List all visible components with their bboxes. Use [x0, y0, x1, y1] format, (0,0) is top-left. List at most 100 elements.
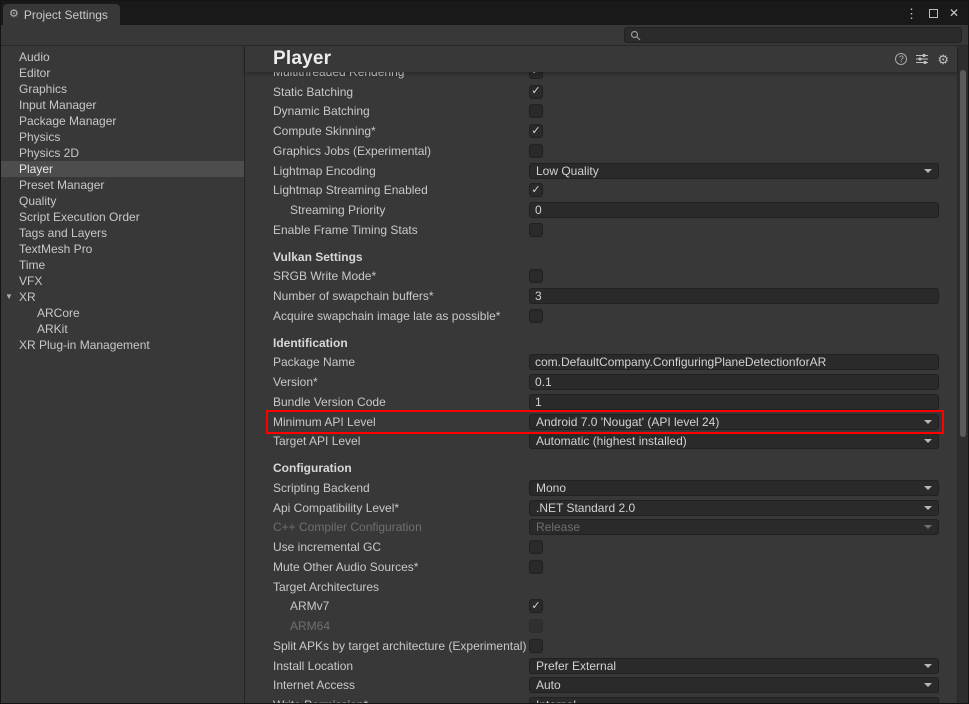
window-tab[interactable]: ⚙ Project Settings	[3, 4, 120, 25]
setting-control	[529, 223, 939, 237]
checkbox-use-incremental-gc[interactable]	[529, 540, 543, 554]
sidebar-item-time[interactable]: Time	[1, 257, 244, 273]
checkbox-arm64[interactable]	[529, 619, 543, 633]
sidebar-item-physics-2d[interactable]: Physics 2D	[1, 145, 244, 161]
dropdown-value: Mono	[536, 481, 918, 495]
chevron-down-icon	[924, 169, 932, 173]
settings-row-lightmap-encoding: Lightmap EncodingLow Quality	[245, 161, 957, 181]
sidebar-item-textmesh-pro[interactable]: TextMesh Pro	[1, 241, 244, 257]
sidebar-item-xr[interactable]: ▼ XR	[1, 289, 244, 305]
setting-control: Auto	[529, 677, 939, 693]
setting-label: Scripting Backend	[273, 481, 529, 495]
setting-control: Automatic (highest installed)	[529, 433, 939, 449]
dropdown-internet-access[interactable]: Auto	[529, 677, 939, 693]
input-streaming-priority[interactable]	[529, 202, 939, 218]
setting-control	[529, 540, 939, 554]
sidebar-item-tags-and-layers[interactable]: Tags and Layers	[1, 225, 244, 241]
dropdown-value: Auto	[536, 678, 918, 692]
sidebar-item-physics[interactable]: Physics	[1, 129, 244, 145]
input-number-of-swapchain-buffers[interactable]	[529, 288, 939, 304]
input-bundle-version-code[interactable]	[529, 394, 939, 410]
chevron-down-icon	[924, 486, 932, 490]
checkbox-acquire-swapchain-image-late-as-possible[interactable]	[529, 309, 543, 323]
checkbox-enable-frame-timing-stats[interactable]	[529, 223, 543, 237]
sidebar-item-label: ARCore	[37, 306, 80, 320]
input-version[interactable]	[529, 374, 939, 390]
sidebar-item-label: Package Manager	[19, 114, 116, 128]
page-title: Player	[273, 48, 331, 70]
dropdown-install-location[interactable]: Prefer External	[529, 658, 939, 674]
settings-row-target-api-level: Target API LevelAutomatic (highest insta…	[245, 432, 957, 452]
sidebar-item-arkit[interactable]: ARKit	[1, 321, 244, 337]
sidebar-item-audio[interactable]: Audio	[1, 49, 244, 65]
sidebar-item-graphics[interactable]: Graphics	[1, 81, 244, 97]
sidebar-item-label: Time	[19, 258, 45, 272]
scrollbar-thumb[interactable]	[960, 70, 966, 437]
setting-control	[529, 288, 939, 304]
presets-icon[interactable]	[916, 53, 928, 65]
settings-row-static-batching: Static Batching✓	[245, 82, 957, 102]
gear-icon[interactable]: ⚙	[937, 53, 949, 66]
setting-control: ✓	[529, 124, 939, 138]
setting-label: Mute Other Audio Sources*	[273, 560, 529, 574]
dropdown-api-compatibility-level[interactable]: .NET Standard 2.0	[529, 500, 939, 516]
checkbox-compute-skinning[interactable]: ✓	[529, 124, 543, 138]
help-icon[interactable]: ?	[895, 53, 907, 65]
sidebar-item-package-manager[interactable]: Package Manager	[1, 113, 244, 129]
setting-label: Package Name	[273, 355, 529, 369]
setting-control	[529, 394, 939, 410]
checkbox-static-batching[interactable]: ✓	[529, 85, 543, 99]
input-package-name[interactable]	[529, 354, 939, 370]
setting-control	[529, 144, 939, 158]
chevron-down-icon	[924, 683, 932, 687]
dropdown-value: Automatic (highest installed)	[536, 434, 918, 448]
settings-row-install-location: Install LocationPrefer External	[245, 656, 957, 676]
dropdown-minimum-api-level[interactable]: Android 7.0 'Nougat' (API level 24)	[529, 414, 939, 430]
checkbox-multithreaded-rendering[interactable]: ✓	[529, 72, 543, 79]
dropdown-value: Android 7.0 'Nougat' (API level 24)	[536, 415, 918, 429]
sidebar-item-editor[interactable]: Editor	[1, 65, 244, 81]
sidebar-item-input-manager[interactable]: Input Manager	[1, 97, 244, 113]
checkbox-mute-other-audio-sources[interactable]	[529, 560, 543, 574]
sidebar-item-script-execution-order[interactable]: Script Execution Order	[1, 209, 244, 225]
close-icon[interactable]: ✕	[949, 7, 959, 19]
sidebar-item-arcore[interactable]: ARCore	[1, 305, 244, 321]
sidebar-item-player[interactable]: Player	[1, 161, 244, 177]
dropdown-write-permission[interactable]: Internal	[529, 697, 939, 704]
sidebar-item-label: ARKit	[37, 322, 68, 336]
setting-label: Use incremental GC	[273, 540, 529, 554]
settings-category-sidebar: AudioEditorGraphicsInput ManagerPackage …	[1, 46, 245, 704]
chevron-down-icon	[924, 525, 932, 529]
checkbox-srgb-write-mode[interactable]	[529, 269, 543, 283]
vertical-scrollbar[interactable]	[957, 46, 968, 704]
sidebar-item-xr-plug-in-management[interactable]: XR Plug-in Management	[1, 337, 244, 353]
dropdown-scripting-backend[interactable]: Mono	[529, 480, 939, 496]
setting-label: Version*	[273, 375, 529, 389]
checkbox-lightmap-streaming-enabled[interactable]: ✓	[529, 183, 543, 197]
sidebar-item-label: TextMesh Pro	[19, 242, 92, 256]
dropdown-lightmap-encoding[interactable]: Low Quality	[529, 163, 939, 179]
setting-label: Bundle Version Code	[273, 395, 529, 409]
setting-label: Target Architectures	[273, 580, 529, 594]
search-input[interactable]	[645, 29, 956, 41]
foldout-arrow-icon[interactable]: ▼	[5, 293, 13, 301]
dropdown-c-compiler-configuration[interactable]: Release	[529, 519, 939, 535]
checkbox-dynamic-batching[interactable]	[529, 104, 543, 118]
checkbox-split-apks-by-target-architecture-experimental[interactable]	[529, 639, 543, 653]
sidebar-item-label: Tags and Layers	[19, 226, 107, 240]
checkbox-armv7[interactable]: ✓	[529, 599, 543, 613]
settings-row-api-compatibility-level: Api Compatibility Level*.NET Standard 2.…	[245, 498, 957, 518]
setting-control	[529, 309, 939, 323]
search-box[interactable]	[624, 27, 962, 43]
sidebar-item-preset-manager[interactable]: Preset Manager	[1, 177, 244, 193]
kebab-menu-icon[interactable]: ⋮	[905, 7, 918, 20]
checkbox-graphics-jobs-experimental[interactable]	[529, 144, 543, 158]
sidebar-item-vfx[interactable]: VFX	[1, 273, 244, 289]
sidebar-item-label: XR	[19, 290, 36, 304]
dropdown-target-api-level[interactable]: Automatic (highest installed)	[529, 433, 939, 449]
sidebar-item-quality[interactable]: Quality	[1, 193, 244, 209]
section-header: Vulkan Settings	[273, 250, 529, 264]
maximize-icon[interactable]	[929, 9, 938, 18]
settings-row-lightmap-streaming-enabled: Lightmap Streaming Enabled✓	[245, 181, 957, 201]
window-tab-title: Project Settings	[24, 8, 108, 22]
